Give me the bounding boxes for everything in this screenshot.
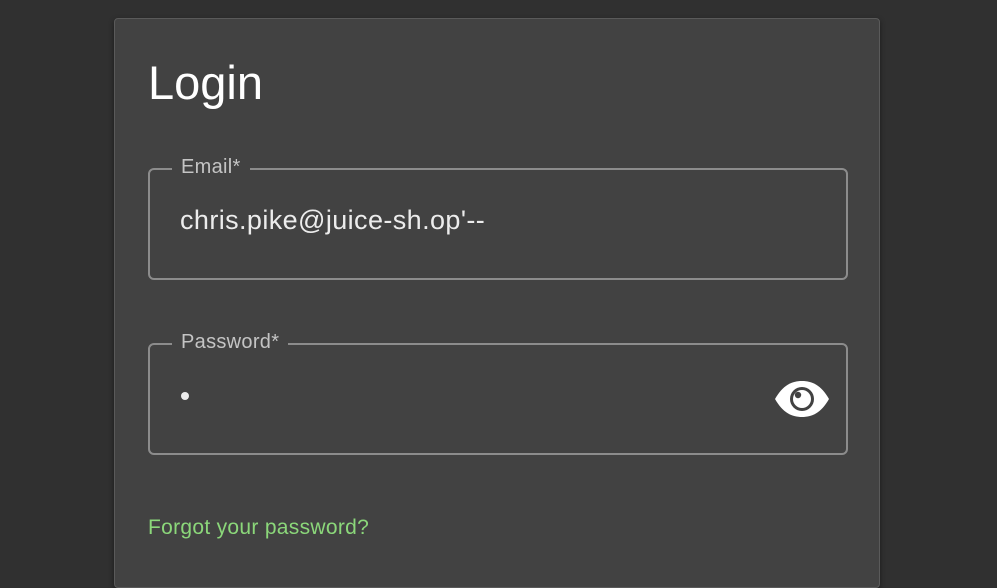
email-field[interactable]: Email* chris.pike@juice-sh.op'--	[148, 153, 848, 280]
email-label: Email*	[172, 153, 250, 181]
eye-icon[interactable]	[774, 379, 830, 419]
password-label: Password*	[172, 328, 289, 356]
password-masked-char[interactable]	[181, 392, 189, 400]
forgot-password-link[interactable]: Forgot your password?	[148, 513, 369, 543]
email-input-value[interactable]: chris.pike@juice-sh.op'--	[180, 200, 485, 240]
page-title: Login	[148, 56, 263, 109]
login-card: Login Email* chris.pike@juice-sh.op'-- P…	[114, 18, 880, 588]
password-field[interactable]: Password*	[148, 328, 848, 455]
